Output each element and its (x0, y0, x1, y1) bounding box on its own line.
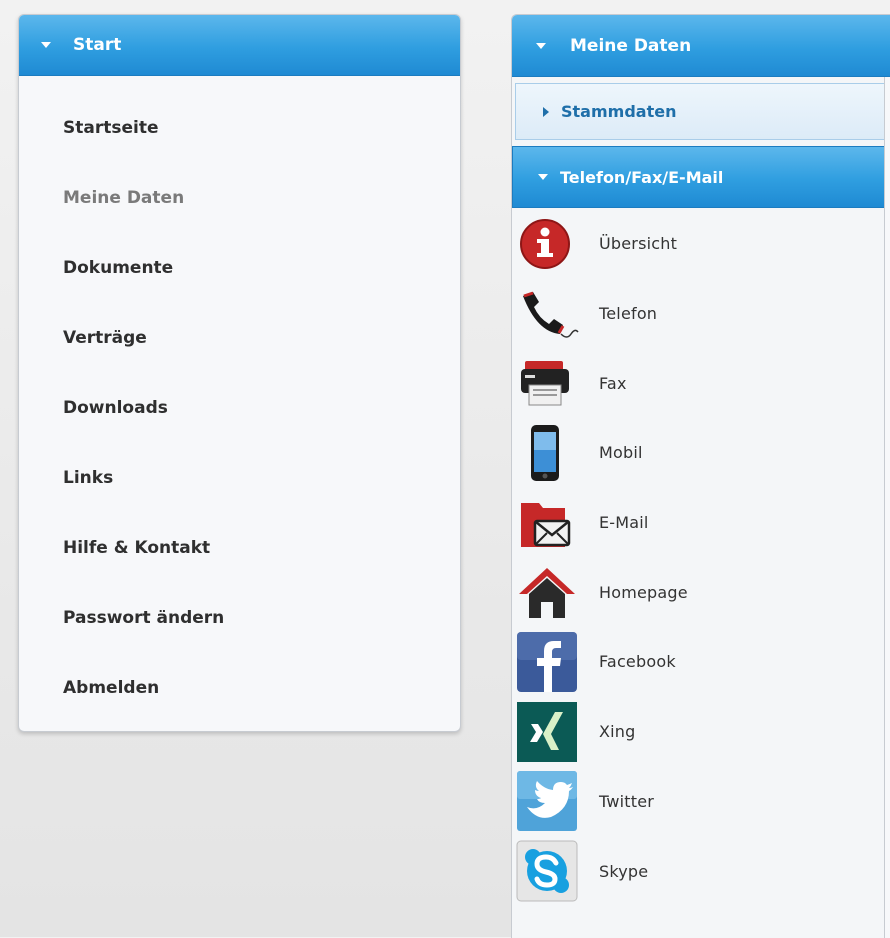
menu-item-hilfe-kontakt[interactable]: Hilfe & Kontakt (19, 513, 460, 583)
menu-item-passwort-aendern[interactable]: Passwort ändern (19, 583, 460, 653)
collapse-triangle-icon (536, 42, 546, 49)
menu-item-downloads[interactable]: Downloads (19, 373, 460, 443)
twitter-icon (515, 769, 579, 833)
contact-item-label: Facebook (599, 652, 676, 672)
contact-item-skype[interactable]: Skype (512, 836, 885, 906)
home-icon (515, 560, 579, 624)
section-stammdaten[interactable]: Stammdaten (515, 83, 885, 140)
collapse-triangle-icon (538, 174, 548, 180)
contact-item-telefon[interactable]: Telefon (512, 279, 885, 349)
menu-item-startseite[interactable]: Startseite (19, 93, 460, 163)
contact-item-mobil[interactable]: Mobil (512, 418, 885, 488)
start-panel-title: Start (73, 35, 122, 55)
email-icon (515, 491, 579, 555)
menu-item-meine-daten[interactable]: Meine Daten (19, 163, 460, 233)
contact-item-homepage[interactable]: Homepage (512, 557, 885, 627)
meine-daten-header[interactable]: Meine Daten (512, 15, 890, 77)
menu-item-dokumente[interactable]: Dokumente (19, 233, 460, 303)
expand-triangle-icon (543, 106, 549, 117)
fax-icon (515, 351, 579, 415)
contact-item-twitter[interactable]: Twitter (512, 767, 885, 837)
start-menu: Startseite Meine Daten Dokumente Verträg… (19, 93, 460, 723)
contact-item-label: Twitter (599, 791, 655, 811)
contact-item-label: Übersicht (599, 234, 678, 254)
menu-item-vertraege[interactable]: Verträge (19, 303, 460, 373)
meine-daten-panel: Meine Daten Stammdaten Telefon/Fax/E-Mai… (511, 14, 890, 938)
meine-daten-title: Meine Daten (570, 35, 692, 56)
section-telefon-fax-email[interactable]: Telefon/Fax/E-Mail (512, 146, 885, 208)
contact-item-facebook[interactable]: Facebook (512, 627, 885, 697)
contact-item-label: Telefon (599, 304, 658, 324)
section-stammdaten-label: Stammdaten (561, 102, 677, 121)
start-panel-header[interactable]: Start (19, 15, 460, 76)
collapse-triangle-icon (41, 42, 51, 48)
contact-item-fax[interactable]: Fax (512, 348, 885, 418)
contact-item-label: Mobil (599, 443, 643, 463)
contact-item-email[interactable]: E-Mail (512, 488, 885, 558)
section-telefon-label: Telefon/Fax/E-Mail (560, 167, 724, 187)
xing-icon (515, 700, 579, 764)
contact-item-label: Xing (599, 722, 636, 742)
contact-item-label: E-Mail (599, 513, 649, 533)
mobile-icon (515, 421, 579, 485)
contact-item-xing[interactable]: Xing (512, 697, 885, 767)
menu-item-abmelden[interactable]: Abmelden (19, 653, 460, 723)
facebook-icon (515, 630, 579, 694)
contact-item-label: Homepage (599, 582, 688, 602)
contact-list: Übersicht Telefon Fax Mobil E-Mail Homep… (512, 209, 885, 906)
skype-icon (515, 839, 579, 903)
contact-item-uebersicht[interactable]: Übersicht (512, 209, 885, 279)
menu-item-links[interactable]: Links (19, 443, 460, 513)
info-icon (515, 212, 579, 276)
contact-item-label: Fax (599, 373, 627, 393)
start-panel: Start Startseite Meine Daten Dokumente V… (18, 14, 461, 732)
contact-item-label: Skype (599, 861, 649, 881)
phone-icon (515, 282, 579, 346)
